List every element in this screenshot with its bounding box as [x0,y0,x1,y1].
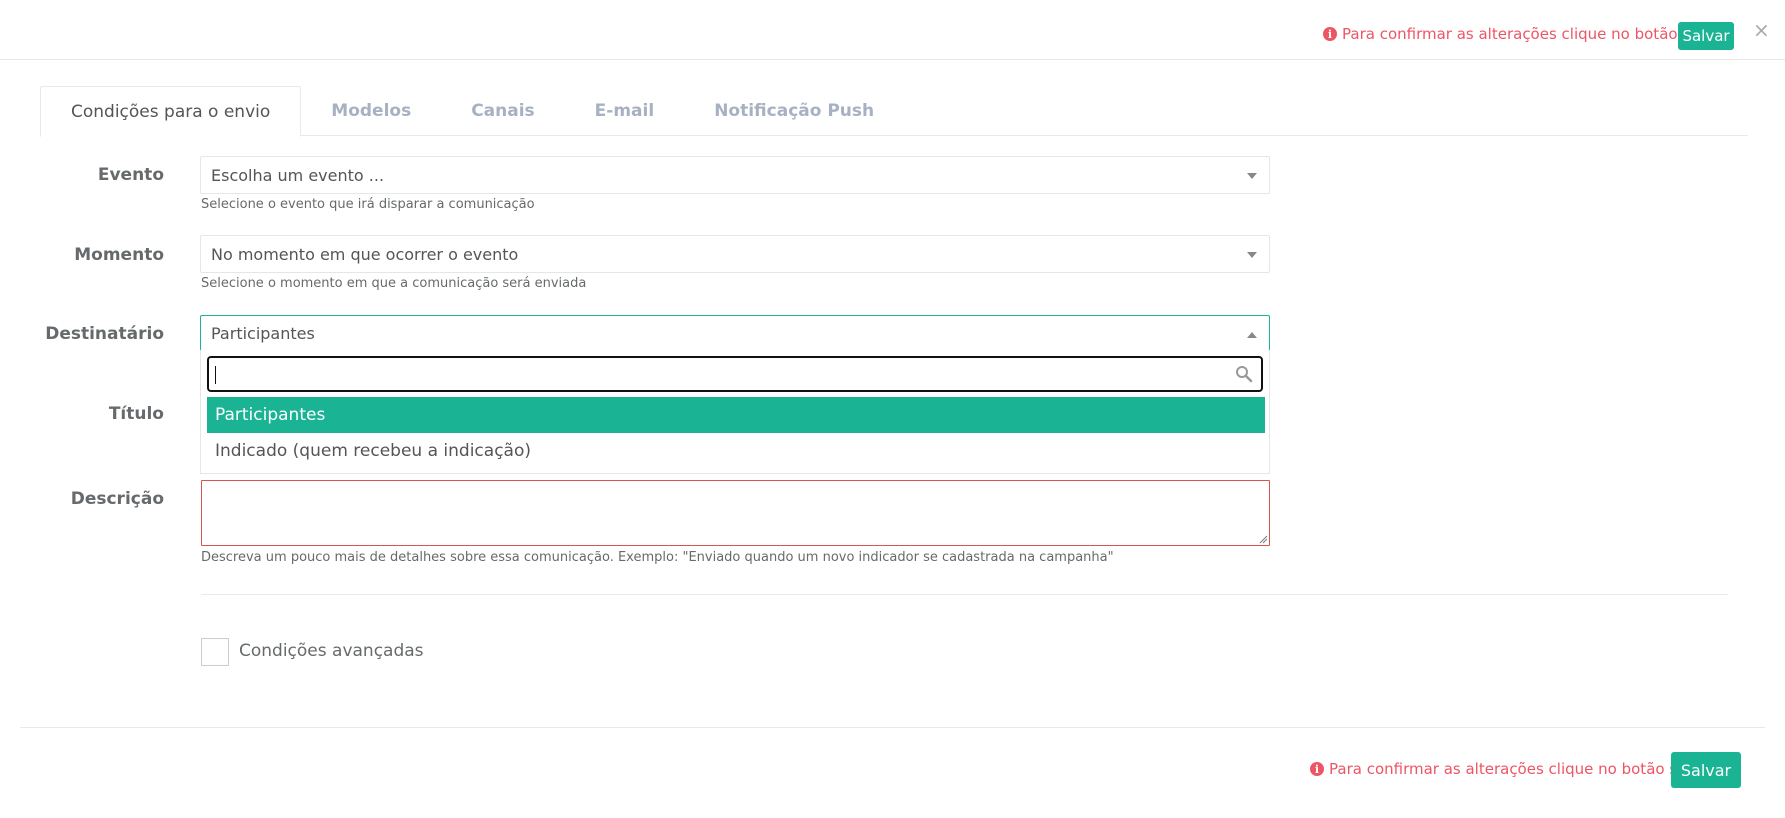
destinatario-dropdown: Participantes Indicado (quem recebeu a i… [200,350,1270,474]
resize-grip-icon[interactable] [1258,534,1268,544]
chevron-down-icon [1247,173,1257,179]
divider [201,594,1728,595]
close-icon[interactable]: × [1753,20,1770,40]
text-cursor [215,366,216,384]
destinatario-select[interactable]: Participantes [200,315,1270,351]
evento-help: Selecione o evento que irá disparar a co… [201,197,535,212]
search-icon [1236,366,1253,383]
chevron-down-icon [1247,252,1257,258]
top-warning-text: Para confirmar as alterações clique no b… [1342,25,1732,43]
footer-divider [20,727,1765,728]
tab-notificacao-push[interactable]: Notificação Push [684,86,904,136]
dropdown-option-indicado[interactable]: Indicado (quem recebeu a indicação) [207,433,1265,469]
chevron-up-icon [1247,332,1257,338]
top-warning: i Para confirmar as alterações clique no… [1323,25,1731,43]
titulo-label: Título [108,404,164,424]
destinatario-label: Destinatário [45,324,164,344]
momento-label: Momento [74,245,164,265]
info-icon: i [1310,762,1324,776]
tab-email[interactable]: E-mail [565,86,685,136]
top-save-button[interactable]: Salvar [1678,22,1734,50]
tab-bar: Condições para o envio Modelos Canais E-… [40,86,1748,137]
evento-select-value: Escolha um evento ... [211,165,385,185]
descricao-textarea[interactable] [201,480,1270,546]
evento-label: Evento [97,165,164,185]
evento-select[interactable]: Escolha um evento ... [200,156,1270,194]
dropdown-option-participantes[interactable]: Participantes [207,397,1265,433]
dropdown-search-input[interactable] [209,358,1261,390]
footer-warning-text: Para confirmar as alterações clique no b… [1329,760,1719,778]
footer-warning: i Para confirmar as alterações clique no… [1310,760,1718,778]
tab-modelos[interactable]: Modelos [301,86,441,136]
top-bar: i Para confirmar as alterações clique no… [0,0,1785,60]
dropdown-search-box[interactable] [207,356,1263,392]
momento-select-value: No momento em que ocorrer o evento [211,244,519,264]
momento-select[interactable]: No momento em que ocorrer o evento [200,235,1270,273]
momento-help: Selecione o momento em que a comunicação… [201,276,587,291]
advanced-checkbox[interactable] [201,638,229,666]
destinatario-select-value: Participantes [211,324,315,343]
tab-canais[interactable]: Canais [441,86,564,136]
descricao-label: Descrição [70,489,164,509]
tab-condicoes[interactable]: Condições para o envio [40,86,302,137]
advanced-label[interactable]: Condições avançadas [239,641,424,661]
footer-save-button[interactable]: Salvar [1671,752,1741,788]
descricao-help: Descreva um pouco mais de detalhes sobre… [201,550,1114,565]
info-icon: i [1323,27,1337,41]
